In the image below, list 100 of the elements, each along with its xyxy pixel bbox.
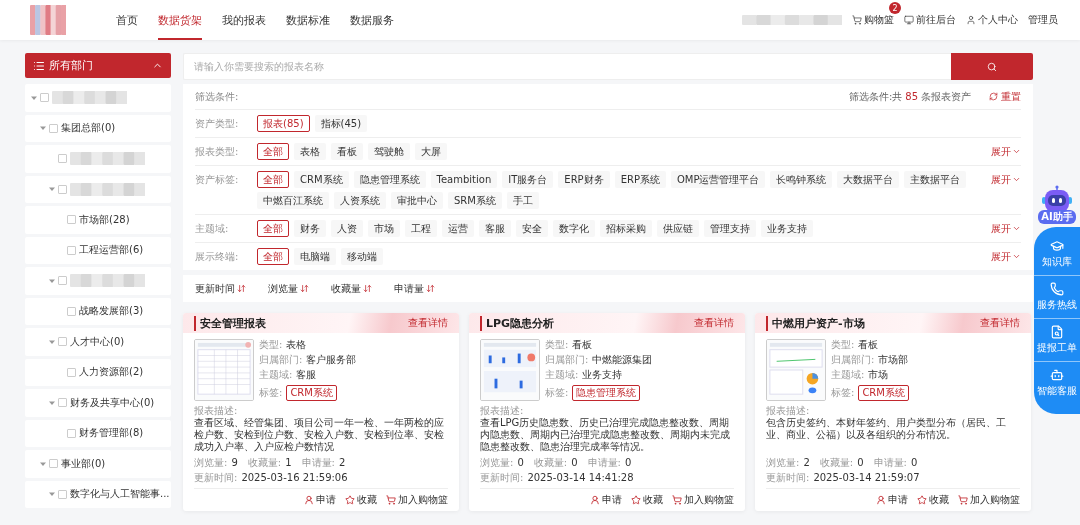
- filter-option[interactable]: 安全: [516, 220, 548, 237]
- tree-item[interactable]: 财务及共享中心(0): [25, 389, 171, 417]
- filter-option[interactable]: 主数据平台: [904, 171, 967, 188]
- tree-item[interactable]: 数字化与人工智能事...: [25, 480, 171, 508]
- filter-option[interactable]: 审批中心: [391, 192, 443, 209]
- card-action[interactable]: 收藏: [917, 493, 949, 507]
- tree-item[interactable]: 事业部(0): [25, 450, 171, 478]
- filter-option[interactable]: ERP财务: [558, 171, 610, 188]
- filter-option[interactable]: 财务: [294, 220, 326, 237]
- filter-option[interactable]: 驾驶舱: [368, 143, 410, 160]
- sort-button[interactable]: 收藏量: [331, 281, 372, 296]
- filter-option[interactable]: 运营: [442, 220, 474, 237]
- header-link[interactable]: 管理员: [1028, 13, 1058, 27]
- filter-option[interactable]: 全部: [257, 248, 289, 265]
- card-action[interactable]: 申请: [590, 493, 622, 507]
- filter-option[interactable]: 大屏: [415, 143, 447, 160]
- card-action[interactable]: 加入购物篮: [958, 493, 1020, 507]
- details-link[interactable]: 查看详情: [694, 316, 734, 330]
- filter-option[interactable]: SRM系统: [448, 192, 502, 209]
- tree-item[interactable]: [25, 267, 171, 295]
- nav-tab[interactable]: 数据标准: [286, 0, 330, 40]
- checkbox[interactable]: [58, 184, 67, 194]
- tree-item[interactable]: 战略发展部(3): [25, 297, 171, 325]
- checkbox[interactable]: [67, 245, 76, 255]
- filter-option[interactable]: 全部: [257, 171, 289, 188]
- search-button[interactable]: [951, 53, 1033, 80]
- filter-option[interactable]: 工程: [405, 220, 437, 237]
- card-action[interactable]: 申请: [304, 493, 336, 507]
- filter-option[interactable]: 表格: [294, 143, 326, 160]
- filter-option[interactable]: 报表(85): [257, 115, 310, 132]
- checkbox[interactable]: [58, 337, 67, 347]
- filter-option[interactable]: 招标采购: [600, 220, 652, 237]
- expand-link[interactable]: 展开: [991, 248, 1021, 265]
- expand-link[interactable]: 展开: [991, 220, 1021, 237]
- tree-item[interactable]: 工程运营部(6): [25, 236, 171, 264]
- nav-tab[interactable]: 数据服务: [350, 0, 394, 40]
- filter-option[interactable]: 人资: [331, 220, 363, 237]
- reset-button[interactable]: 重置: [989, 89, 1021, 104]
- tree-item[interactable]: 财务管理部(8): [25, 419, 171, 447]
- checkbox[interactable]: [40, 93, 49, 103]
- sort-button[interactable]: 浏览量: [268, 281, 309, 296]
- filter-option[interactable]: 电脑端: [294, 248, 336, 265]
- details-link[interactable]: 查看详情: [980, 316, 1020, 330]
- filter-option[interactable]: 指标(45): [314, 115, 368, 132]
- tree-item[interactable]: 市场部(28): [25, 206, 171, 234]
- card-action[interactable]: 加入购物篮: [672, 493, 734, 507]
- filter-option[interactable]: 移动端: [341, 248, 383, 265]
- tree-item[interactable]: 集团总部(0): [25, 114, 171, 142]
- filter-option[interactable]: 手工: [506, 192, 539, 209]
- header-link[interactable]: 个人中心: [966, 13, 1018, 27]
- filter-option[interactable]: 中燃百江系统: [257, 192, 329, 209]
- checkbox[interactable]: [58, 154, 67, 164]
- filter-option[interactable]: 全部: [257, 220, 289, 237]
- card-action[interactable]: 加入购物篮: [386, 493, 448, 507]
- card-action[interactable]: 收藏: [631, 493, 663, 507]
- sort-button[interactable]: 申请量: [394, 281, 435, 296]
- ai-assistant-button[interactable]: AI助手: [1038, 210, 1076, 224]
- header-link[interactable]: 前往后台: [904, 13, 956, 27]
- filter-option[interactable]: 市场: [368, 220, 400, 237]
- search-field[interactable]: 请输入你需要搜索的报表名称: [183, 53, 951, 80]
- filter-option[interactable]: 客服: [479, 220, 511, 237]
- tree-item[interactable]: 人才中心(0): [25, 328, 171, 356]
- checkbox[interactable]: [49, 123, 58, 133]
- checkbox[interactable]: [67, 306, 76, 316]
- filter-option[interactable]: 长鸣钟系统: [770, 171, 833, 188]
- expand-link[interactable]: 展开: [991, 171, 1021, 188]
- sort-button[interactable]: 更新时间: [195, 281, 246, 296]
- checkbox[interactable]: [49, 459, 58, 469]
- checkbox[interactable]: [58, 276, 67, 286]
- filter-option[interactable]: 数字化: [553, 220, 595, 237]
- nav-tab[interactable]: 数据货架: [158, 0, 202, 40]
- checkbox[interactable]: [67, 428, 76, 438]
- tree-item[interactable]: [25, 145, 171, 173]
- filter-option[interactable]: OMP运营管理平台: [670, 171, 766, 188]
- checkbox[interactable]: [58, 489, 67, 499]
- checkbox[interactable]: [67, 367, 76, 377]
- department-header[interactable]: 所有部门: [25, 53, 171, 78]
- robot-icon[interactable]: [1040, 185, 1074, 213]
- filter-option[interactable]: 人资系统: [334, 192, 386, 209]
- card-action[interactable]: 申请: [876, 493, 908, 507]
- nav-tab[interactable]: 我的报表: [222, 0, 266, 40]
- tree-item[interactable]: [25, 84, 171, 112]
- filter-option[interactable]: 看板: [331, 143, 363, 160]
- checkbox[interactable]: [67, 215, 76, 225]
- filter-option[interactable]: IT服务台: [502, 171, 554, 188]
- card-action[interactable]: 收藏: [345, 493, 377, 507]
- filter-option[interactable]: 供应链: [657, 220, 699, 237]
- nav-tab[interactable]: 首页: [116, 0, 138, 40]
- filter-option[interactable]: 管理支持: [704, 220, 756, 237]
- filter-option[interactable]: Teambition: [430, 171, 498, 188]
- details-link[interactable]: 查看详情: [408, 316, 448, 330]
- tree-item[interactable]: [25, 175, 171, 203]
- filter-option[interactable]: CRM系统: [294, 171, 349, 188]
- filter-option[interactable]: ERP系统: [614, 171, 666, 188]
- filter-option[interactable]: 隐患管理系统: [353, 171, 426, 188]
- checkbox[interactable]: [58, 398, 67, 408]
- filter-option[interactable]: 全部: [257, 143, 289, 160]
- filter-option[interactable]: 业务支持: [761, 220, 813, 237]
- filter-option[interactable]: 大数据平台: [837, 171, 900, 188]
- header-link[interactable]: 购物篮: [852, 13, 894, 27]
